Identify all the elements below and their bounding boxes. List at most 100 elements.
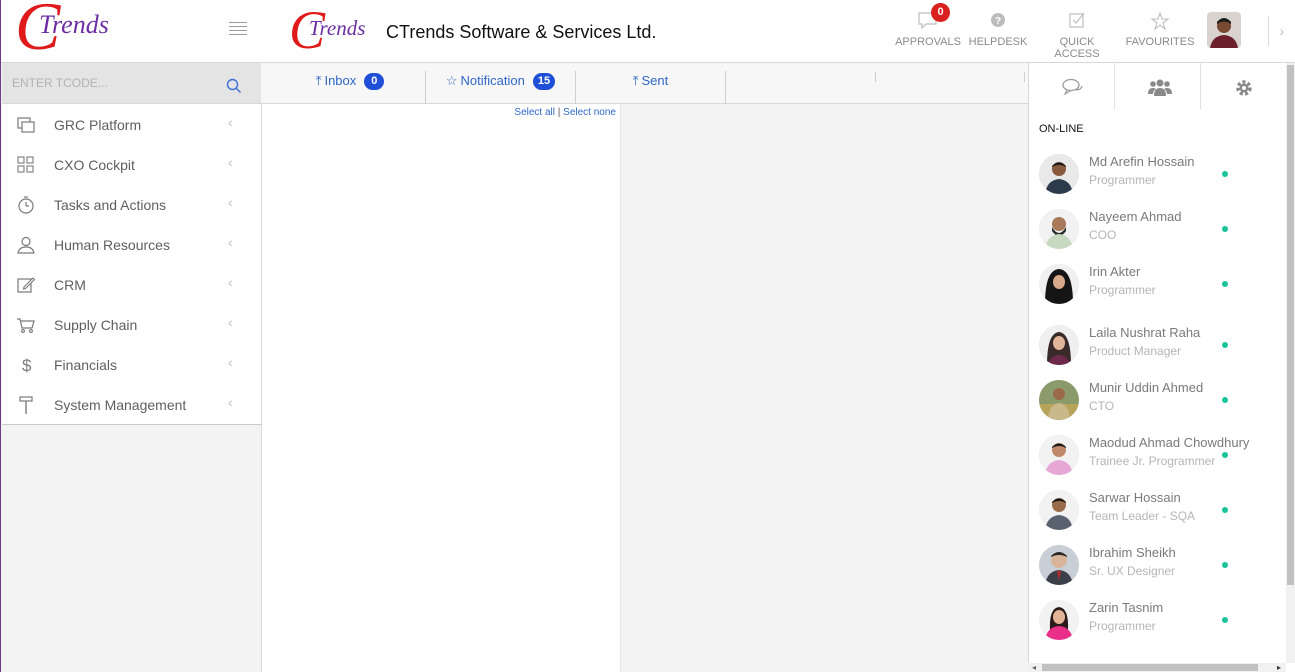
grc-icon [17, 117, 35, 133]
chevron-left-icon: ‹ [228, 314, 233, 330]
hammer-icon [19, 396, 33, 414]
chevron-left-icon: ‹ [228, 114, 233, 130]
tab-divider [1024, 72, 1025, 82]
sidebar-item-label: Tasks and Actions [54, 197, 167, 213]
collapse-panel-button[interactable]: › [1268, 16, 1295, 46]
user-avatar[interactable] [1207, 12, 1241, 48]
tab-groups[interactable] [1115, 63, 1201, 109]
star-icon: ☆ [445, 73, 458, 88]
contact-item[interactable]: Irin Akter Programmer [1029, 264, 1287, 319]
sidebar-item-crm[interactable]: CRM ‹ [2, 264, 261, 304]
horizontal-scrollbar[interactable]: ◂ ▸ [1028, 663, 1286, 672]
avatar [1039, 209, 1079, 249]
timer-icon [18, 196, 34, 214]
vertical-scrollbar[interactable] [1286, 63, 1295, 663]
sidebar-item-label: Human Resources [54, 237, 170, 253]
svg-text:?: ? [995, 16, 1001, 27]
user-icon [17, 236, 35, 254]
helpdesk-button[interactable]: ? HELPDESK [968, 0, 1028, 62]
online-status-dot [1222, 562, 1228, 568]
approvals-button[interactable]: APPROVALS [892, 0, 964, 62]
tcode-input[interactable] [2, 63, 212, 103]
contact-item[interactable]: Ibrahim Sheikh Sr. UX Designer [1029, 545, 1287, 600]
edit-icon [17, 277, 36, 293]
scrollbar-thumb[interactable] [1042, 664, 1258, 671]
upload-icon: ⤒ [632, 73, 639, 88]
avatar [1039, 435, 1079, 475]
avatar [1039, 490, 1079, 530]
online-status-dot [1222, 507, 1228, 513]
contact-item[interactable]: Nayeem Ahmad COO [1029, 209, 1287, 264]
contact-item[interactable]: Laila Nushrat Raha Product Manager [1029, 325, 1287, 380]
upload-icon: ⤒ [315, 73, 322, 88]
sidebar-item-label: System Management [54, 397, 187, 413]
online-status-dot [1222, 617, 1228, 623]
gear-icon [1236, 80, 1252, 96]
sidebar-item-label: Supply Chain [54, 317, 138, 333]
avatar [1039, 264, 1079, 304]
company-name: CTrends Software & Services Ltd. [386, 22, 657, 42]
tab-inbox[interactable]: ⤒ Inbox 0 [275, 71, 426, 104]
chat-tabs [1029, 63, 1287, 110]
top-header: C Trends CTrends Software & Services Ltd… [261, 0, 1295, 63]
avatar [1039, 380, 1079, 420]
tab-notification[interactable]: ☆ Notification 15 [426, 71, 576, 104]
approvals-count-badge: 0 [931, 3, 950, 22]
chevron-left-icon: ‹ [228, 354, 233, 370]
message-detail-pane [621, 104, 1028, 672]
sidebar-item-financials[interactable]: $ Financials ‹ [2, 344, 261, 384]
scrollbar-thumb[interactable] [1287, 65, 1294, 585]
message-tabs: ⤒ Inbox 0 ☆ Notification 15 ⤒ Sent [261, 63, 1028, 104]
chevron-left-icon: ‹ [228, 274, 233, 290]
tab-chat[interactable] [1029, 63, 1115, 109]
avatar [1039, 600, 1079, 640]
notification-count-badge: 15 [532, 73, 556, 90]
sidebar-item-system-management[interactable]: System Management ‹ [2, 384, 261, 424]
sidebar-menu: GRC Platform ‹ CXO Cockpit ‹ Tasks and A… [2, 104, 262, 425]
contact-item[interactable]: Md Arefin Hossain Programmer [1029, 154, 1287, 209]
online-status-dot [1222, 452, 1228, 458]
contact-item[interactable]: Zarin Tasnim Programmer [1029, 600, 1287, 655]
select-all-link[interactable]: Select all [514, 107, 555, 118]
sidebar-item-cxo-cockpit[interactable]: CXO Cockpit ‹ [2, 144, 261, 184]
avatar [1039, 325, 1079, 365]
tab-divider [875, 72, 876, 82]
sidebar-item-human-resources[interactable]: Human Resources ‹ [2, 224, 261, 264]
sidebar: C Trends GRC Platform ‹ CXO Cockpit ‹ Ta… [0, 0, 262, 672]
sidebar-item-grc-platform[interactable]: GRC Platform ‹ [2, 104, 261, 144]
hamburger-menu-icon[interactable] [229, 22, 247, 36]
chevron-left-icon: ‹ [228, 234, 233, 250]
chat-panel: ON-LINE Md Arefin Hossain Programmer Nay… [1028, 63, 1286, 672]
quick-access-button[interactable]: QUICK ACCESS [1037, 0, 1117, 62]
favourites-button[interactable]: FAVOURITES [1125, 0, 1195, 62]
scroll-right-arrow-icon[interactable]: ▸ [1277, 663, 1281, 672]
sidebar-item-tasks-and-actions[interactable]: Tasks and Actions ‹ [2, 184, 261, 224]
tcode-search [2, 63, 262, 104]
sidebar-item-label: CXO Cockpit [54, 157, 135, 173]
scroll-left-arrow-icon[interactable]: ◂ [1032, 663, 1036, 672]
avatar [1039, 154, 1079, 194]
online-status-dot [1222, 342, 1228, 348]
contact-item[interactable]: Sarwar Hossain Team Leader - SQA [1029, 490, 1287, 545]
tab-settings[interactable] [1201, 63, 1287, 109]
select-none-link[interactable]: Select none [563, 107, 616, 118]
chat-bubbles-icon [1062, 78, 1083, 96]
online-status-dot [1222, 226, 1228, 232]
tab-sent[interactable]: ⤒ Sent [576, 71, 726, 104]
users-group-icon [1148, 79, 1172, 96]
contact-item[interactable]: Maodud Ahmad Chowdhury Trainee Jr. Progr… [1029, 435, 1287, 490]
header-logo[interactable]: C Trends [289, 0, 379, 62]
contact-item[interactable]: Munir Uddin Ahmed CTO [1029, 380, 1287, 435]
brand-area: C Trends [1, 0, 262, 63]
selection-links: Select all | Select none [514, 107, 616, 118]
ctrends-logo[interactable]: C Trends [15, 0, 125, 62]
star-icon [1150, 11, 1170, 31]
search-icon[interactable] [226, 78, 242, 94]
grid-icon [17, 156, 34, 173]
chevron-left-icon: ‹ [228, 194, 233, 210]
sidebar-item-supply-chain[interactable]: Supply Chain ‹ [2, 304, 261, 344]
svg-text:$: $ [22, 356, 32, 375]
online-status-dot [1222, 171, 1228, 177]
avatar [1039, 545, 1079, 585]
sidebar-item-label: GRC Platform [54, 117, 142, 133]
